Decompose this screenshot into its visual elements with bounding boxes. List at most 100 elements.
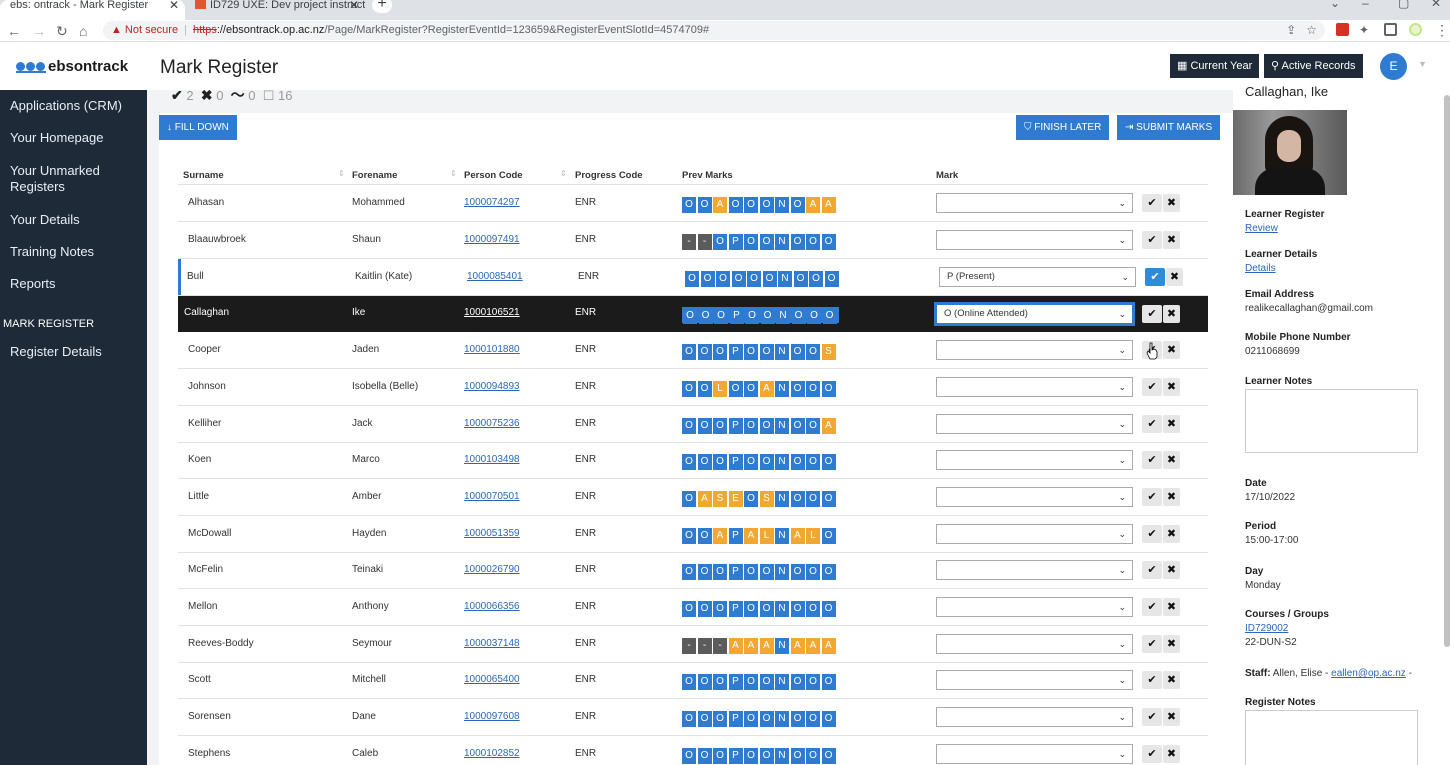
person-code-link[interactable]: 1000051359 (464, 528, 520, 539)
staff-email-link[interactable]: eallen@op.ac.nz (1331, 668, 1406, 679)
mark-select[interactable]: ⌄ (936, 744, 1133, 764)
table-row[interactable]: McFelin Teinaki 1000026790 ENR O O O P O O N O O O ⌄ ✔ ✖ (178, 552, 1208, 588)
submit-marks-button[interactable]: ⇥ SUBMIT MARKS (1117, 115, 1221, 140)
mark-select[interactable]: ⌄ (936, 560, 1133, 580)
cross-icon[interactable]: ✖ (1163, 708, 1180, 726)
mark-select[interactable]: ⌄ (936, 634, 1133, 654)
check-icon[interactable]: ✔ (1142, 635, 1162, 653)
cross-icon[interactable]: ✖ (1163, 598, 1180, 616)
check-icon[interactable]: ✔ (1142, 561, 1162, 579)
check-icon[interactable]: ✔ (1142, 745, 1162, 763)
person-code-link[interactable]: 1000097608 (464, 711, 520, 722)
table-row[interactable]: Mellon Anthony 1000066356 ENR O O O P O O N O O O ⌄ ✔ ✖ (178, 589, 1208, 625)
column-header-person-code[interactable]: Person Code (464, 170, 523, 181)
person-code-link[interactable]: 1000075236 (464, 418, 520, 429)
check-icon[interactable]: ✔ (1142, 598, 1162, 616)
address-bar[interactable]: ▲ Not secure | https://ebsontrack.op.ac.nz/… (103, 21, 1325, 40)
check-icon[interactable]: ✔ (1142, 708, 1162, 726)
table-row[interactable]: CooperJaden1000101880ENROOOPOONOOS⌄✔✖ (178, 332, 1208, 368)
course-link[interactable]: ID729002 (1245, 623, 1288, 634)
mark-select[interactable]: ⌄ (936, 450, 1133, 470)
person-code-link[interactable]: 1000074297 (464, 197, 520, 208)
person-code-link[interactable]: 1000094893 (464, 381, 520, 392)
sort-icon[interactable]: ⇕ (560, 169, 567, 178)
check-icon[interactable]: ✔ (1142, 194, 1162, 212)
cross-icon[interactable]: ✖ (1163, 451, 1180, 469)
sidebar-item-training-notes[interactable]: Training Notes (10, 244, 140, 260)
person-code-link[interactable]: 1000102852 (464, 748, 520, 759)
avatar[interactable]: E (1380, 53, 1407, 80)
cross-icon[interactable]: ✖ (1163, 525, 1180, 543)
chevron-down-icon[interactable]: ⌄ (1330, 0, 1340, 10)
sidebar-item-your-details[interactable]: Your Details (10, 212, 140, 228)
check-icon[interactable]: ✔ (1142, 378, 1162, 396)
column-header-surname[interactable]: Surname (183, 170, 224, 181)
close-icon[interactable]: ✕ (169, 0, 179, 11)
table-row[interactable]: McDowall Hayden 1000051359 ENR O O A P A L N A L O ⌄ ✔ ✖ (178, 516, 1208, 552)
person-code-link[interactable]: 1000065400 (464, 674, 520, 685)
column-header-progress-code[interactable]: Progress Code (575, 170, 643, 181)
mark-select[interactable]: ⌄ (936, 377, 1133, 397)
extension-icon[interactable] (1336, 23, 1349, 36)
mark-select[interactable]: ⌄ (936, 670, 1133, 690)
cross-icon[interactable]: ✖ (1163, 194, 1180, 212)
check-icon[interactable]: ✔ (1142, 525, 1162, 543)
learner-notes-field[interactable] (1245, 389, 1418, 453)
mark-select[interactable]: ⌄ (936, 230, 1133, 250)
sidebar-item-homepage[interactable]: Your Homepage (10, 130, 140, 146)
register-notes-field[interactable] (1245, 710, 1418, 765)
mark-select[interactable]: ⌄ (936, 193, 1133, 213)
cross-icon[interactable]: ✖ (1166, 268, 1183, 286)
sort-icon[interactable]: ⇕ (338, 169, 345, 178)
menu-kebab-icon[interactable]: ⋮ (1435, 21, 1449, 39)
check-icon[interactable]: ✔ (1142, 231, 1162, 249)
person-code-link[interactable]: 1000103498 (464, 454, 520, 465)
restore-icon[interactable]: ▢ (1398, 0, 1409, 10)
person-code-link[interactable]: 1000070501 (464, 491, 520, 502)
person-code-link[interactable]: 1000085401 (467, 271, 523, 282)
sort-icon[interactable]: ⇕ (450, 169, 457, 178)
sidebar-item-applications[interactable]: Applications (CRM) (10, 98, 140, 114)
reload-icon[interactable]: ↻ (56, 22, 68, 40)
chevron-down-icon[interactable]: ▼ (1418, 59, 1427, 69)
mark-select[interactable]: ⌄ (936, 707, 1133, 727)
sidebar-item-unmarked-registers[interactable]: Your Unmarked Registers (10, 163, 120, 195)
cross-icon[interactable]: ✖ (1163, 305, 1180, 323)
person-code-link[interactable]: 1000106521 (464, 307, 520, 318)
check-icon[interactable]: ✔ (1142, 451, 1162, 469)
table-row[interactable]: Kelliher Jack 1000075236 ENR O O O P O O N O O A ⌄ ✔ ✖ (178, 406, 1208, 442)
cross-icon[interactable]: ✖ (1163, 341, 1180, 359)
table-row[interactable]: Scott Mitchell 1000065400 ENR O O O P O O N O O O ⌄ ✔ ✖ (178, 662, 1208, 698)
check-icon[interactable]: ✔ (1145, 268, 1165, 286)
bookmark-star-icon[interactable]: ☆ (1306, 23, 1317, 37)
share-icon[interactable]: ⇪ (1286, 23, 1296, 37)
cross-icon[interactable]: ✖ (1163, 378, 1180, 396)
check-icon[interactable]: ✔ (1142, 488, 1162, 506)
cross-icon[interactable]: ✖ (1163, 561, 1180, 579)
person-code-link[interactable]: 1000097491 (464, 234, 520, 245)
table-row[interactable]: Bull Kaitlin (Kate) 1000085401 ENR O O O O O O N O O… (178, 259, 1208, 295)
browser-tab-mark-register[interactable]: ebs: ontrack - Mark Register ✕ (0, 0, 185, 20)
puzzle-icon[interactable]: ✦ (1359, 21, 1369, 39)
person-code-link[interactable]: 1000066356 (464, 601, 520, 612)
details-link[interactable]: Details (1245, 263, 1276, 274)
active-records-button[interactable]: ⚲ Active Records (1264, 54, 1363, 78)
sidebar-item-reports[interactable]: Reports (10, 276, 140, 292)
finish-later-button[interactable]: ⛉ FINISH LATER (1016, 115, 1110, 140)
table-row[interactable]: Sorensen Dane 1000097608 ENR O O O P O O N O O O ⌄ ✔ ✖ (178, 699, 1208, 735)
mark-select[interactable]: P (Present) ⌄ (939, 267, 1136, 287)
cross-icon[interactable]: ✖ (1163, 745, 1180, 763)
profile-icon[interactable] (1409, 23, 1422, 36)
cross-icon[interactable]: ✖ (1163, 415, 1180, 433)
check-icon[interactable]: ✔ (1142, 305, 1162, 323)
table-row[interactable]: Alhasan Mohammed 1000074297 ENR O O A O O O N O A A ⌄ ✔… (178, 185, 1208, 221)
person-code-link[interactable]: 1000037148 (464, 638, 520, 649)
close-icon[interactable]: ✕ (349, 0, 359, 11)
new-tab-button[interactable]: + (372, 0, 392, 13)
ebsontrack-logo[interactable]: ebsontrack (16, 58, 128, 78)
mark-select[interactable]: ⌄ (936, 340, 1133, 360)
table-row[interactable]: Koen Marco 1000103498 ENR O O O P O O N O O O ⌄ ✔ ✖ (178, 442, 1208, 478)
check-icon[interactable]: ✔ (1142, 415, 1162, 433)
check-icon[interactable]: ✔ (1142, 671, 1162, 689)
minimize-icon[interactable]: – (1362, 0, 1369, 10)
